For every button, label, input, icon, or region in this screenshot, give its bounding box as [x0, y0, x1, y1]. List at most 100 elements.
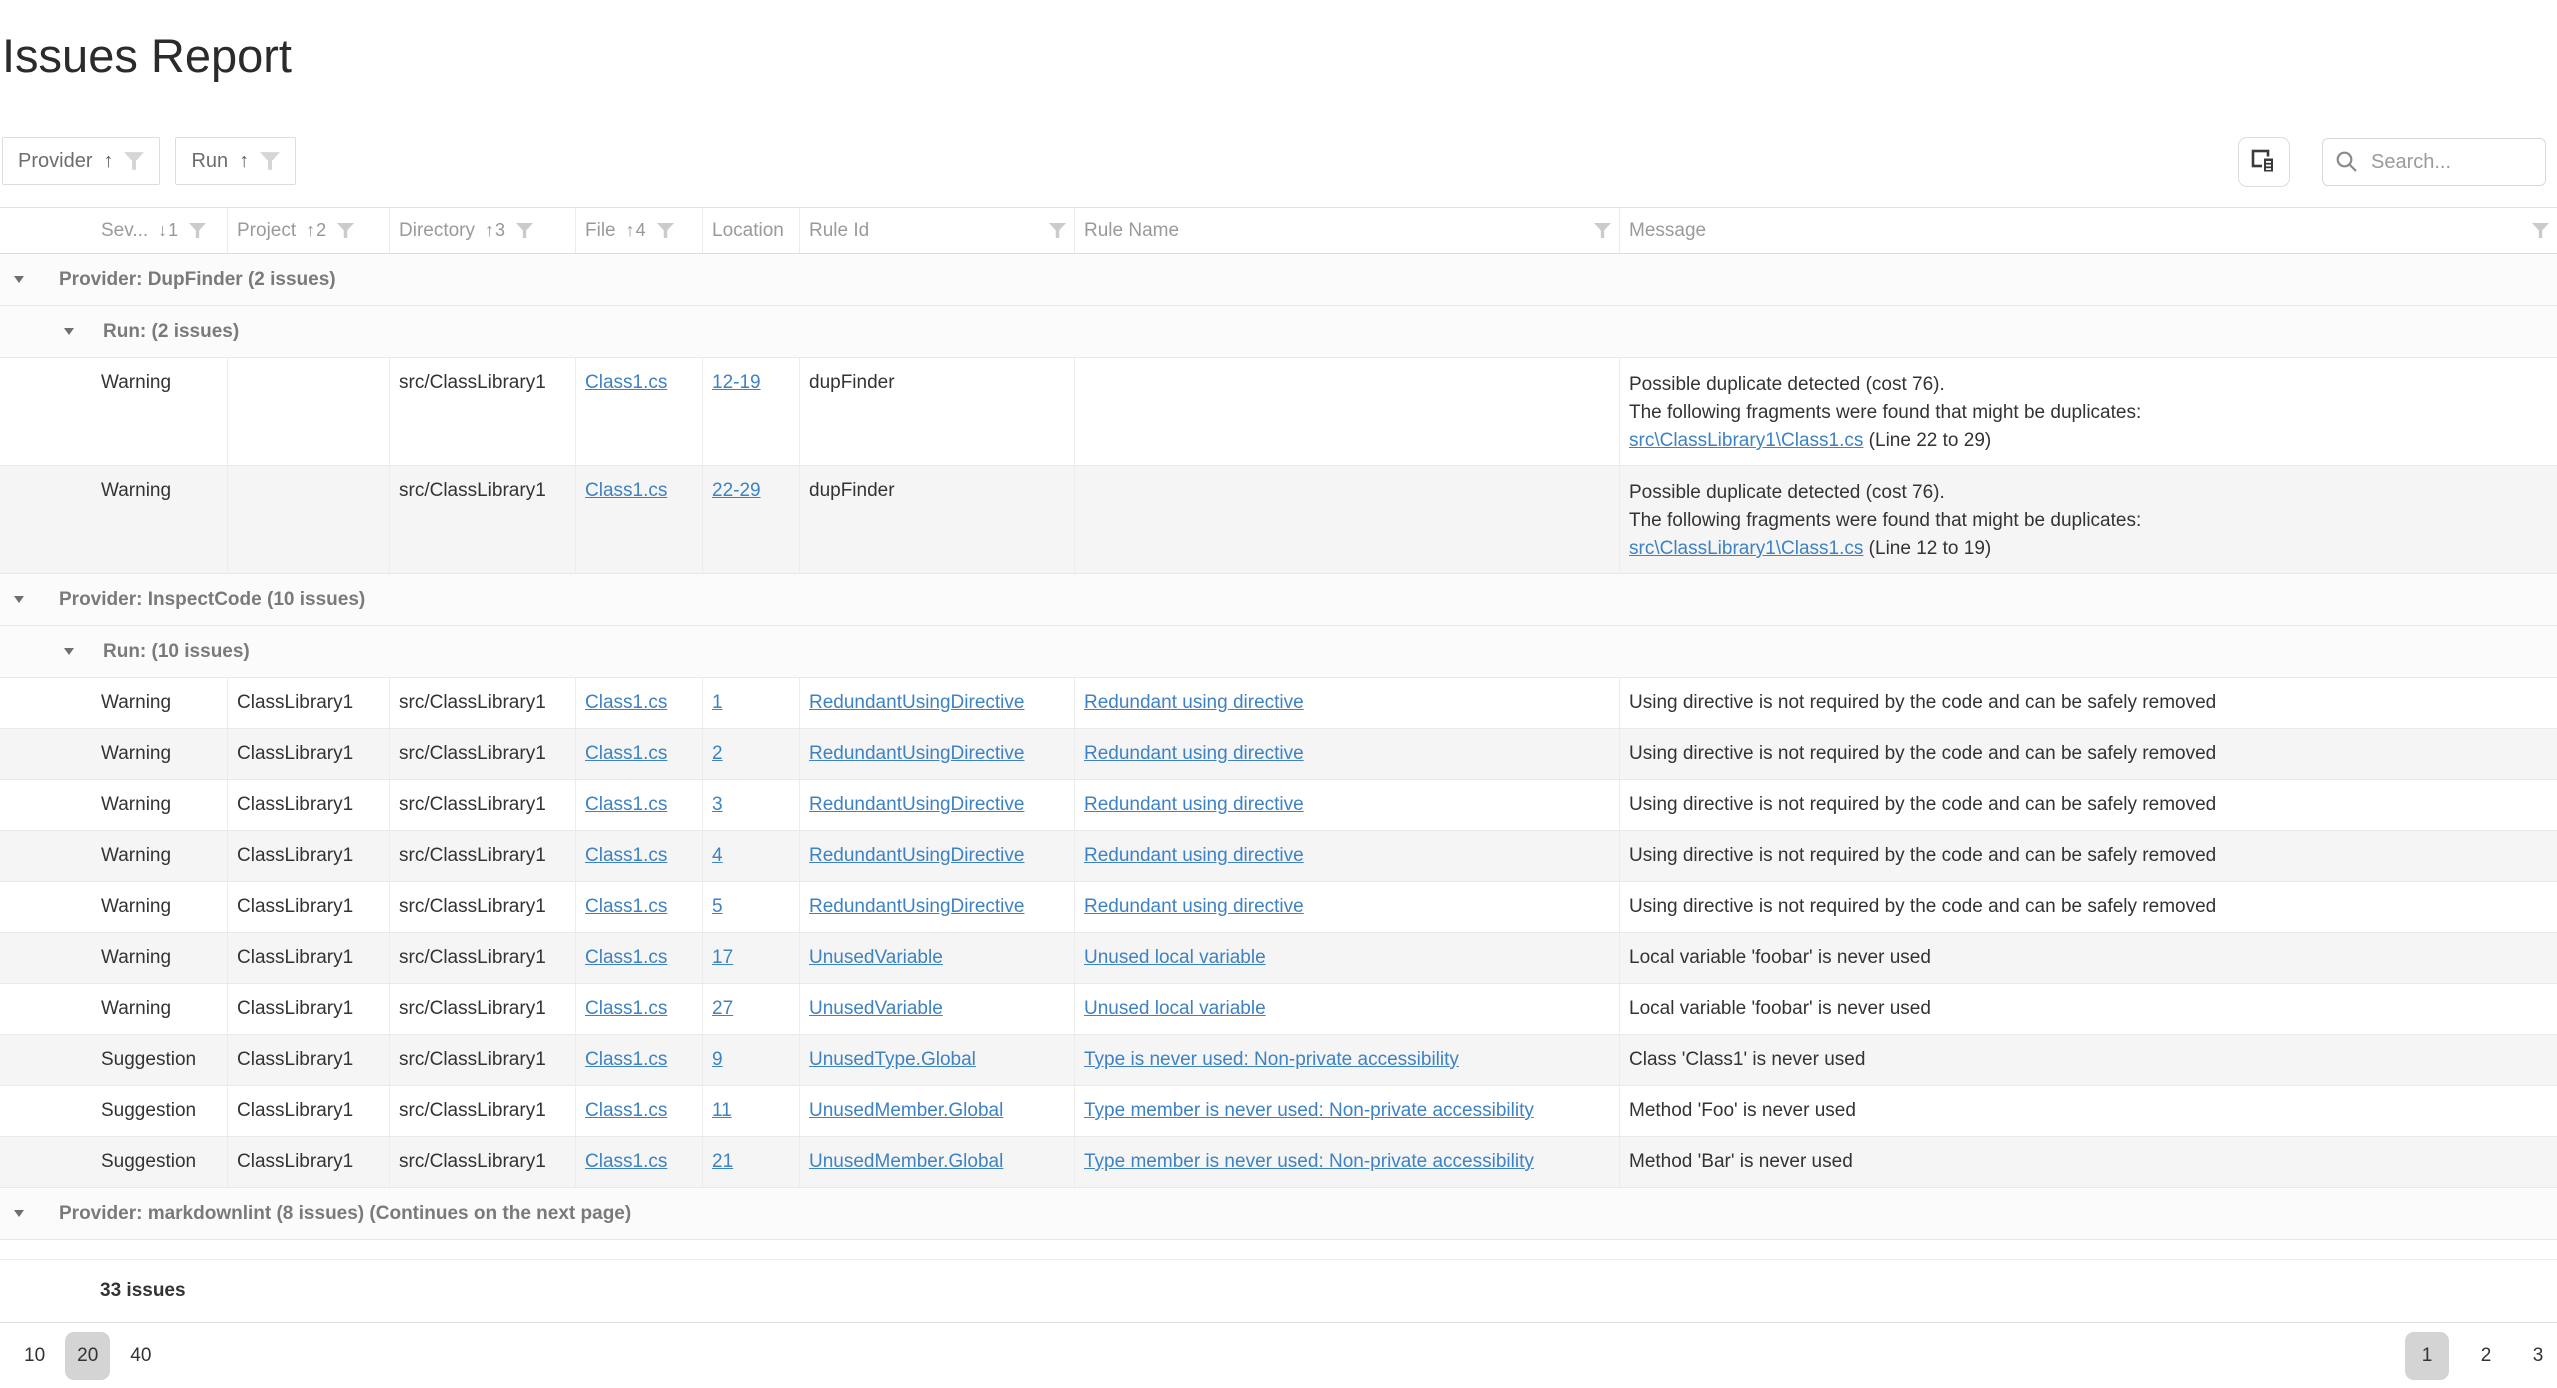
file-link[interactable]: Class1.cs [585, 896, 667, 917]
group-chip-run[interactable]: Run↑ [175, 137, 296, 185]
rule-id-link[interactable]: UnusedType.Global [809, 1049, 976, 1070]
location-cell: 12-19 [703, 358, 800, 465]
group-row[interactable]: Provider: DupFinder (2 issues) [0, 254, 2557, 306]
file-link[interactable]: Class1.cs [585, 1100, 667, 1121]
rule-name-link[interactable]: Redundant using directive [1084, 743, 1304, 764]
column-header-rule-id[interactable]: Rule Id [800, 208, 1075, 253]
file-cell: Class1.cs [576, 933, 703, 983]
severity-cell: Suggestion [0, 1137, 228, 1187]
rule-name-cell: Redundant using directive [1075, 729, 1620, 779]
location-cell: 5 [703, 882, 800, 932]
location-link[interactable]: 21 [712, 1151, 733, 1172]
header-filter-icon[interactable] [337, 223, 354, 238]
group-expand-icon[interactable] [14, 276, 24, 283]
page-number-2[interactable]: 2 [2471, 1333, 2501, 1379]
rule-id-link[interactable]: UnusedVariable [809, 947, 943, 968]
location-link[interactable]: 17 [712, 947, 733, 968]
column-header-location[interactable]: Location [703, 208, 800, 253]
header-filter-icon[interactable] [1594, 223, 1611, 238]
duplicate-file-link[interactable]: src\ClassLibrary1\Class1.cs [1629, 430, 1863, 451]
file-link[interactable]: Class1.cs [585, 845, 667, 866]
location-cell: 1 [703, 678, 800, 728]
rule-name-link[interactable]: Type member is never used: Non-private a… [1084, 1100, 1534, 1121]
column-chooser-button[interactable] [2238, 137, 2290, 187]
search-input[interactable] [2371, 151, 2521, 174]
column-header-directory[interactable]: Directory↑3 [390, 208, 576, 253]
directory-cell: src/ClassLibrary1 [390, 933, 576, 983]
column-header-file[interactable]: File↑4 [576, 208, 703, 253]
group-row[interactable]: Run: (10 issues) [0, 626, 2557, 678]
group-row[interactable]: Provider: InspectCode (10 issues) [0, 574, 2557, 626]
duplicate-file-link[interactable]: src\ClassLibrary1\Class1.cs [1629, 538, 1863, 559]
rule-name-link[interactable]: Redundant using directive [1084, 692, 1304, 713]
rule-id-link[interactable]: RedundantUsingDirective [809, 845, 1024, 866]
file-link[interactable]: Class1.cs [585, 998, 667, 1019]
column-header-sev[interactable]: Sev...↓1 [0, 208, 228, 253]
page-size-40[interactable]: 40 [124, 1333, 157, 1379]
group-expand-icon[interactable] [14, 1210, 24, 1217]
location-link[interactable]: 22-29 [712, 480, 761, 501]
filter-icon[interactable] [260, 152, 280, 170]
rule-name-link[interactable]: Redundant using directive [1084, 845, 1304, 866]
project-cell [228, 466, 390, 573]
file-link[interactable]: Class1.cs [585, 947, 667, 968]
location-link[interactable]: 4 [712, 845, 723, 866]
rule-id-cell: RedundantUsingDirective [800, 831, 1075, 881]
location-link[interactable]: 5 [712, 896, 723, 917]
rule-name-link[interactable]: Type is never used: Non-private accessib… [1084, 1049, 1459, 1070]
rule-name-link[interactable]: Redundant using directive [1084, 794, 1304, 815]
location-link[interactable]: 12-19 [712, 372, 761, 393]
rule-id-link[interactable]: UnusedMember.Global [809, 1151, 1003, 1172]
group-expand-icon[interactable] [64, 328, 74, 335]
column-header-rule-name[interactable]: Rule Name [1075, 208, 1620, 253]
rule-id-link[interactable]: RedundantUsingDirective [809, 896, 1024, 917]
header-filter-icon[interactable] [516, 223, 533, 238]
location-link[interactable]: 2 [712, 743, 723, 764]
rule-name-link[interactable]: Unused local variable [1084, 947, 1266, 968]
rule-id-link[interactable]: RedundantUsingDirective [809, 692, 1024, 713]
file-link[interactable]: Class1.cs [585, 692, 667, 713]
file-link[interactable]: Class1.cs [585, 480, 667, 501]
table-row: SuggestionClassLibrary1src/ClassLibrary1… [0, 1035, 2557, 1086]
file-link[interactable]: Class1.cs [585, 1049, 667, 1070]
file-link[interactable]: Class1.cs [585, 794, 667, 815]
page-size-20[interactable]: 20 [65, 1332, 110, 1380]
file-cell: Class1.cs [576, 358, 703, 465]
rule-id-link[interactable]: UnusedVariable [809, 998, 943, 1019]
directory-cell: src/ClassLibrary1 [390, 358, 576, 465]
column-header-message[interactable]: Message [1620, 208, 2557, 253]
location-link[interactable]: 3 [712, 794, 723, 815]
rule-id-link[interactable]: RedundantUsingDirective [809, 743, 1024, 764]
location-link[interactable]: 9 [712, 1049, 723, 1070]
file-link[interactable]: Class1.cs [585, 1151, 667, 1172]
rule-name-link[interactable]: Redundant using directive [1084, 896, 1304, 917]
rule-name-link[interactable]: Type member is never used: Non-private a… [1084, 1151, 1534, 1172]
page-number-1[interactable]: 1 [2405, 1332, 2449, 1380]
file-link[interactable]: Class1.cs [585, 743, 667, 764]
page-size-10[interactable]: 10 [18, 1333, 51, 1379]
file-link[interactable]: Class1.cs [585, 372, 667, 393]
header-filter-icon[interactable] [657, 223, 674, 238]
header-filter-icon[interactable] [1049, 223, 1066, 238]
message-cell: Method 'Foo' is never used [1620, 1086, 2557, 1136]
message-cell: Possible duplicate detected (cost 76).Th… [1620, 358, 2557, 465]
location-link[interactable]: 27 [712, 998, 733, 1019]
rule-id-link[interactable]: RedundantUsingDirective [809, 794, 1024, 815]
header-filter-icon[interactable] [2532, 223, 2549, 238]
project-cell: ClassLibrary1 [228, 780, 390, 830]
directory-cell: src/ClassLibrary1 [390, 466, 576, 573]
file-cell: Class1.cs [576, 780, 703, 830]
rule-name-link[interactable]: Unused local variable [1084, 998, 1266, 1019]
group-row[interactable]: Provider: markdownlint (8 issues) (Conti… [0, 1188, 2557, 1240]
column-header-project[interactable]: Project↑2 [228, 208, 390, 253]
filter-icon[interactable] [124, 152, 144, 170]
header-filter-icon[interactable] [189, 223, 206, 238]
location-link[interactable]: 11 [712, 1100, 732, 1121]
location-link[interactable]: 1 [712, 692, 723, 713]
group-row[interactable]: Run: (2 issues) [0, 306, 2557, 358]
group-chip-provider[interactable]: Provider↑ [2, 137, 160, 185]
page-number-3[interactable]: 3 [2523, 1333, 2553, 1379]
group-expand-icon[interactable] [14, 596, 24, 603]
rule-id-link[interactable]: UnusedMember.Global [809, 1100, 1003, 1121]
group-expand-icon[interactable] [64, 648, 74, 655]
